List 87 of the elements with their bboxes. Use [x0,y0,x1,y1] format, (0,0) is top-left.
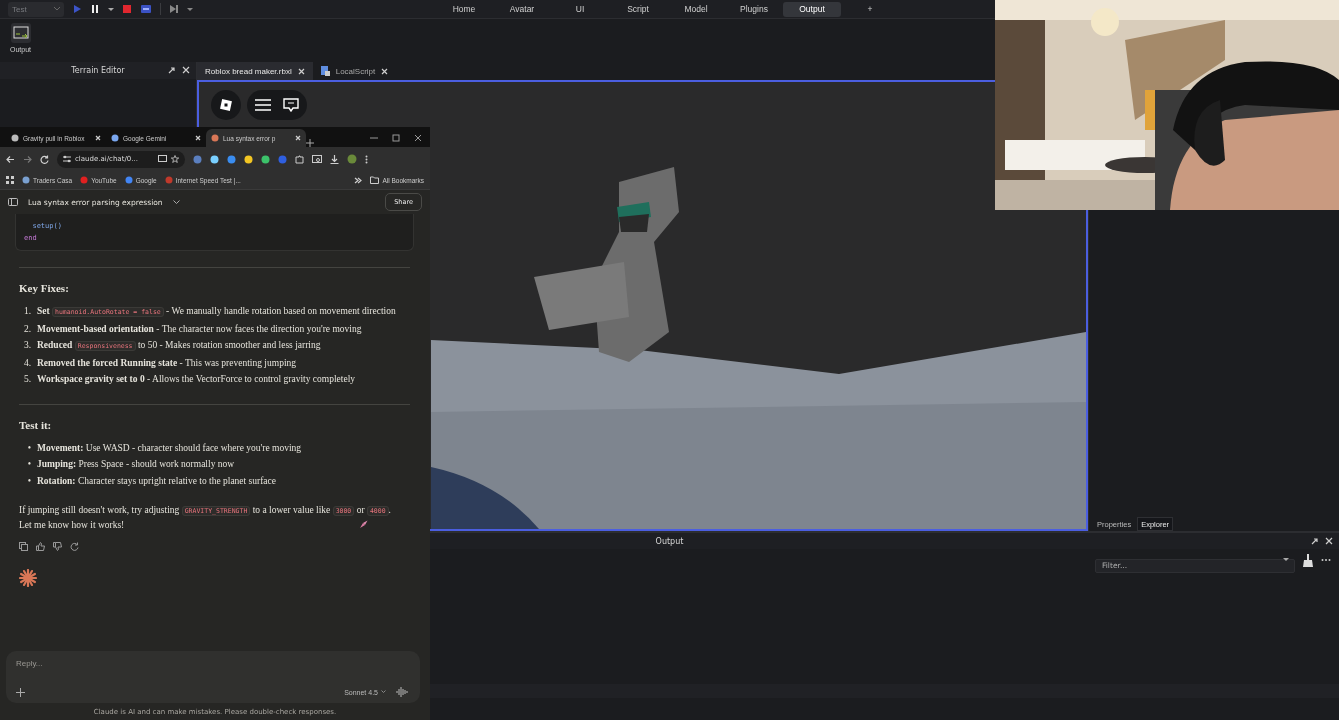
section-heading: Test it: [19,418,52,431]
menu-icon[interactable] [255,99,271,111]
sidebar-icon[interactable] [8,198,18,206]
ribbon-tab[interactable]: Avatar [493,1,551,17]
apps-icon[interactable] [6,176,14,184]
download-icon[interactable] [330,154,339,164]
panel-title: Terrain Editor [71,66,125,75]
list-marker: • [26,474,31,488]
install-icon[interactable] [158,155,167,163]
ribbon-tab[interactable]: Script [609,1,667,17]
document-tab[interactable]: Roblox bread maker.rbxl [197,62,313,80]
list-item-text: Rotation: Character stays upright relative to the planet surface [37,474,277,488]
chat-icon[interactable] [283,98,299,112]
overflow-icon[interactable] [354,176,363,184]
list-item-text: Removed the forced Running state - This was preventing jumping [37,356,298,370]
list-marker: • [26,458,31,471]
ribbon-tab[interactable]: Model [667,1,725,17]
chevron-down-icon[interactable] [172,199,180,205]
favicon-icon [124,176,133,184]
document-tab[interactable]: LocalScript [312,62,397,80]
screen-icon[interactable] [140,4,152,14]
list-marker: 5. [22,373,31,386]
list-marker: 1. [22,305,31,318]
close-icon[interactable] [381,67,389,75]
pause-icon[interactable] [90,4,100,14]
broom-icon[interactable] [1303,553,1313,567]
close-icon[interactable] [182,66,190,74]
list-item-text: Movement: Use WASD - character should face where you're moving [37,441,303,455]
maximize-icon[interactable] [392,134,400,142]
ribbon-tab[interactable]: UI [551,1,609,17]
close-icon[interactable] [195,135,201,141]
reload-icon[interactable] [40,154,49,164]
list-marker: 4. [22,356,31,370]
ribbon-tab[interactable]: Plugins [725,1,783,17]
step-icon[interactable] [169,4,179,14]
spark-icon [19,569,37,587]
panel-title: Output [655,536,684,546]
caret-icon [54,7,60,11]
forward-icon[interactable] [23,154,32,164]
star-icon[interactable] [171,155,179,163]
retry-icon[interactable] [70,542,79,551]
add-tab-button[interactable]: + [841,1,899,17]
puzzle-icon[interactable] [295,154,304,164]
close-icon[interactable] [1325,537,1333,545]
caret-icon [381,690,386,694]
list-item-text: Workspace gravity set to 0 - Allows the VectorForce to control gravity completely [37,373,356,386]
reply-input[interactable]: Reply... [16,659,216,668]
section-heading: Key Fixes: [19,282,69,294]
favicon-icon [211,134,219,142]
ribbon-tab[interactable]: Home [435,1,493,17]
square-logo-icon [220,99,232,111]
more-icon[interactable] [365,154,368,164]
caret-icon[interactable] [1283,558,1289,562]
minimize-icon[interactable] [370,134,378,142]
tune-icon[interactable] [63,155,71,163]
more-icon[interactable] [1321,558,1331,562]
close-icon[interactable] [295,135,301,141]
close-icon[interactable] [297,67,305,75]
folder-icon [370,176,380,184]
stop-icon[interactable] [122,4,132,14]
list-marker: 3. [22,339,31,352]
back-icon[interactable] [6,154,15,164]
voice-icon[interactable] [396,687,408,697]
undock-icon[interactable] [1311,537,1319,545]
list-marker: 2. [22,322,31,336]
thumbs-down-icon[interactable] [53,542,62,551]
reading-list-icon[interactable] [312,154,322,164]
thumbs-up-icon[interactable] [36,542,45,551]
favicon-icon [80,176,89,184]
close-icon[interactable] [95,135,101,141]
list-marker: • [26,441,31,455]
profile-avatar-icon[interactable] [347,154,357,164]
favicon-icon [22,176,30,184]
new-tab-icon[interactable] [306,139,314,147]
list-item-text: Jumping: Press Space - should work normally now [37,458,236,471]
favicon-icon [164,176,173,184]
undock-icon[interactable] [168,66,176,74]
copy-icon[interactable] [19,542,28,551]
terminal-icon [10,23,31,43]
favicon-icon [111,134,119,142]
list-item-text: Movement-based orientation - The character now faces the direction you're moving [37,322,363,336]
favicon-icon [11,134,19,142]
play-icon[interactable] [72,4,82,14]
script-icon [320,66,330,76]
plus-icon[interactable] [16,687,25,697]
close-icon[interactable] [414,134,422,142]
ribbon-tab[interactable]: Output [783,1,841,17]
